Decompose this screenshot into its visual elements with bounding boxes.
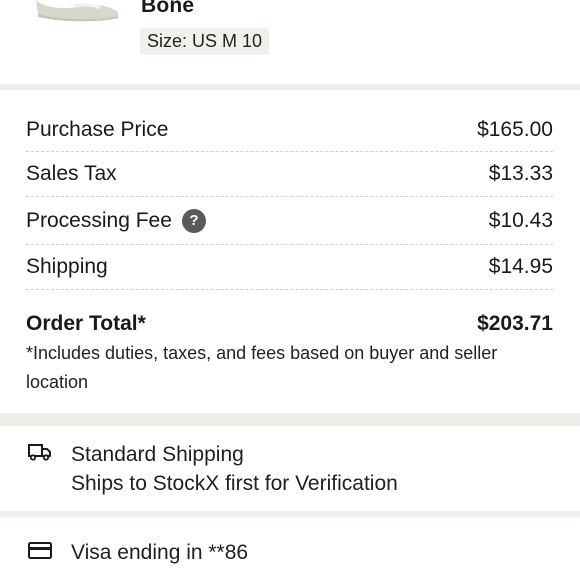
price-label-group: Processing Fee ? [26,208,206,233]
shipping-method[interactable]: Standard Shipping Ships to StockX first … [26,440,566,498]
price-label: Purchase Price [26,117,169,141]
price-breakdown: Purchase Price $165.00 Sales Tax $13.33 … [26,108,553,397]
price-value: $14.95 [488,255,553,278]
product-name: Bone [141,0,195,17]
shipping-title: Standard Shipping [71,443,244,466]
order-total-label: Order Total* [26,312,146,335]
help-icon[interactable]: ? [181,208,206,233]
section-divider [0,84,580,90]
price-label: Shipping [26,255,108,278]
section-divider [0,413,580,426]
price-row-processing-fee: Processing Fee ? $10.43 [26,197,553,245]
credit-card-icon [28,542,52,559]
price-value: $13.33 [488,162,553,185]
price-label: Processing Fee [26,208,172,232]
price-row-purchase: Purchase Price $165.00 [26,108,553,152]
payment-label: Visa ending in **86 [71,541,249,564]
payment-method[interactable]: Visa ending in **86 [26,538,566,567]
truck-icon [28,444,51,461]
shipping-subtitle: Ships to StockX first for Verification [71,472,398,495]
order-total-note: *Includes duties, taxes, and fees based … [26,343,498,392]
size-badge: Size: US M 10 [140,28,270,55]
section-divider [0,511,580,517]
price-value: $10.43 [488,208,553,232]
order-total-value: $203.71 [477,312,553,335]
price-row-shipping: Shipping $14.95 [26,245,553,290]
shipping-text: Standard Shipping Ships to StockX first … [71,440,398,498]
order-total-row: Order Total* $203.71 [26,312,553,336]
price-label: Sales Tax [26,162,117,185]
price-row-sales-tax: Sales Tax $13.33 [26,152,553,197]
price-value: $165.00 [477,117,553,141]
sneaker-thumbnail [36,0,118,22]
product-summary: Bone Size: US M 10 [0,0,580,84]
